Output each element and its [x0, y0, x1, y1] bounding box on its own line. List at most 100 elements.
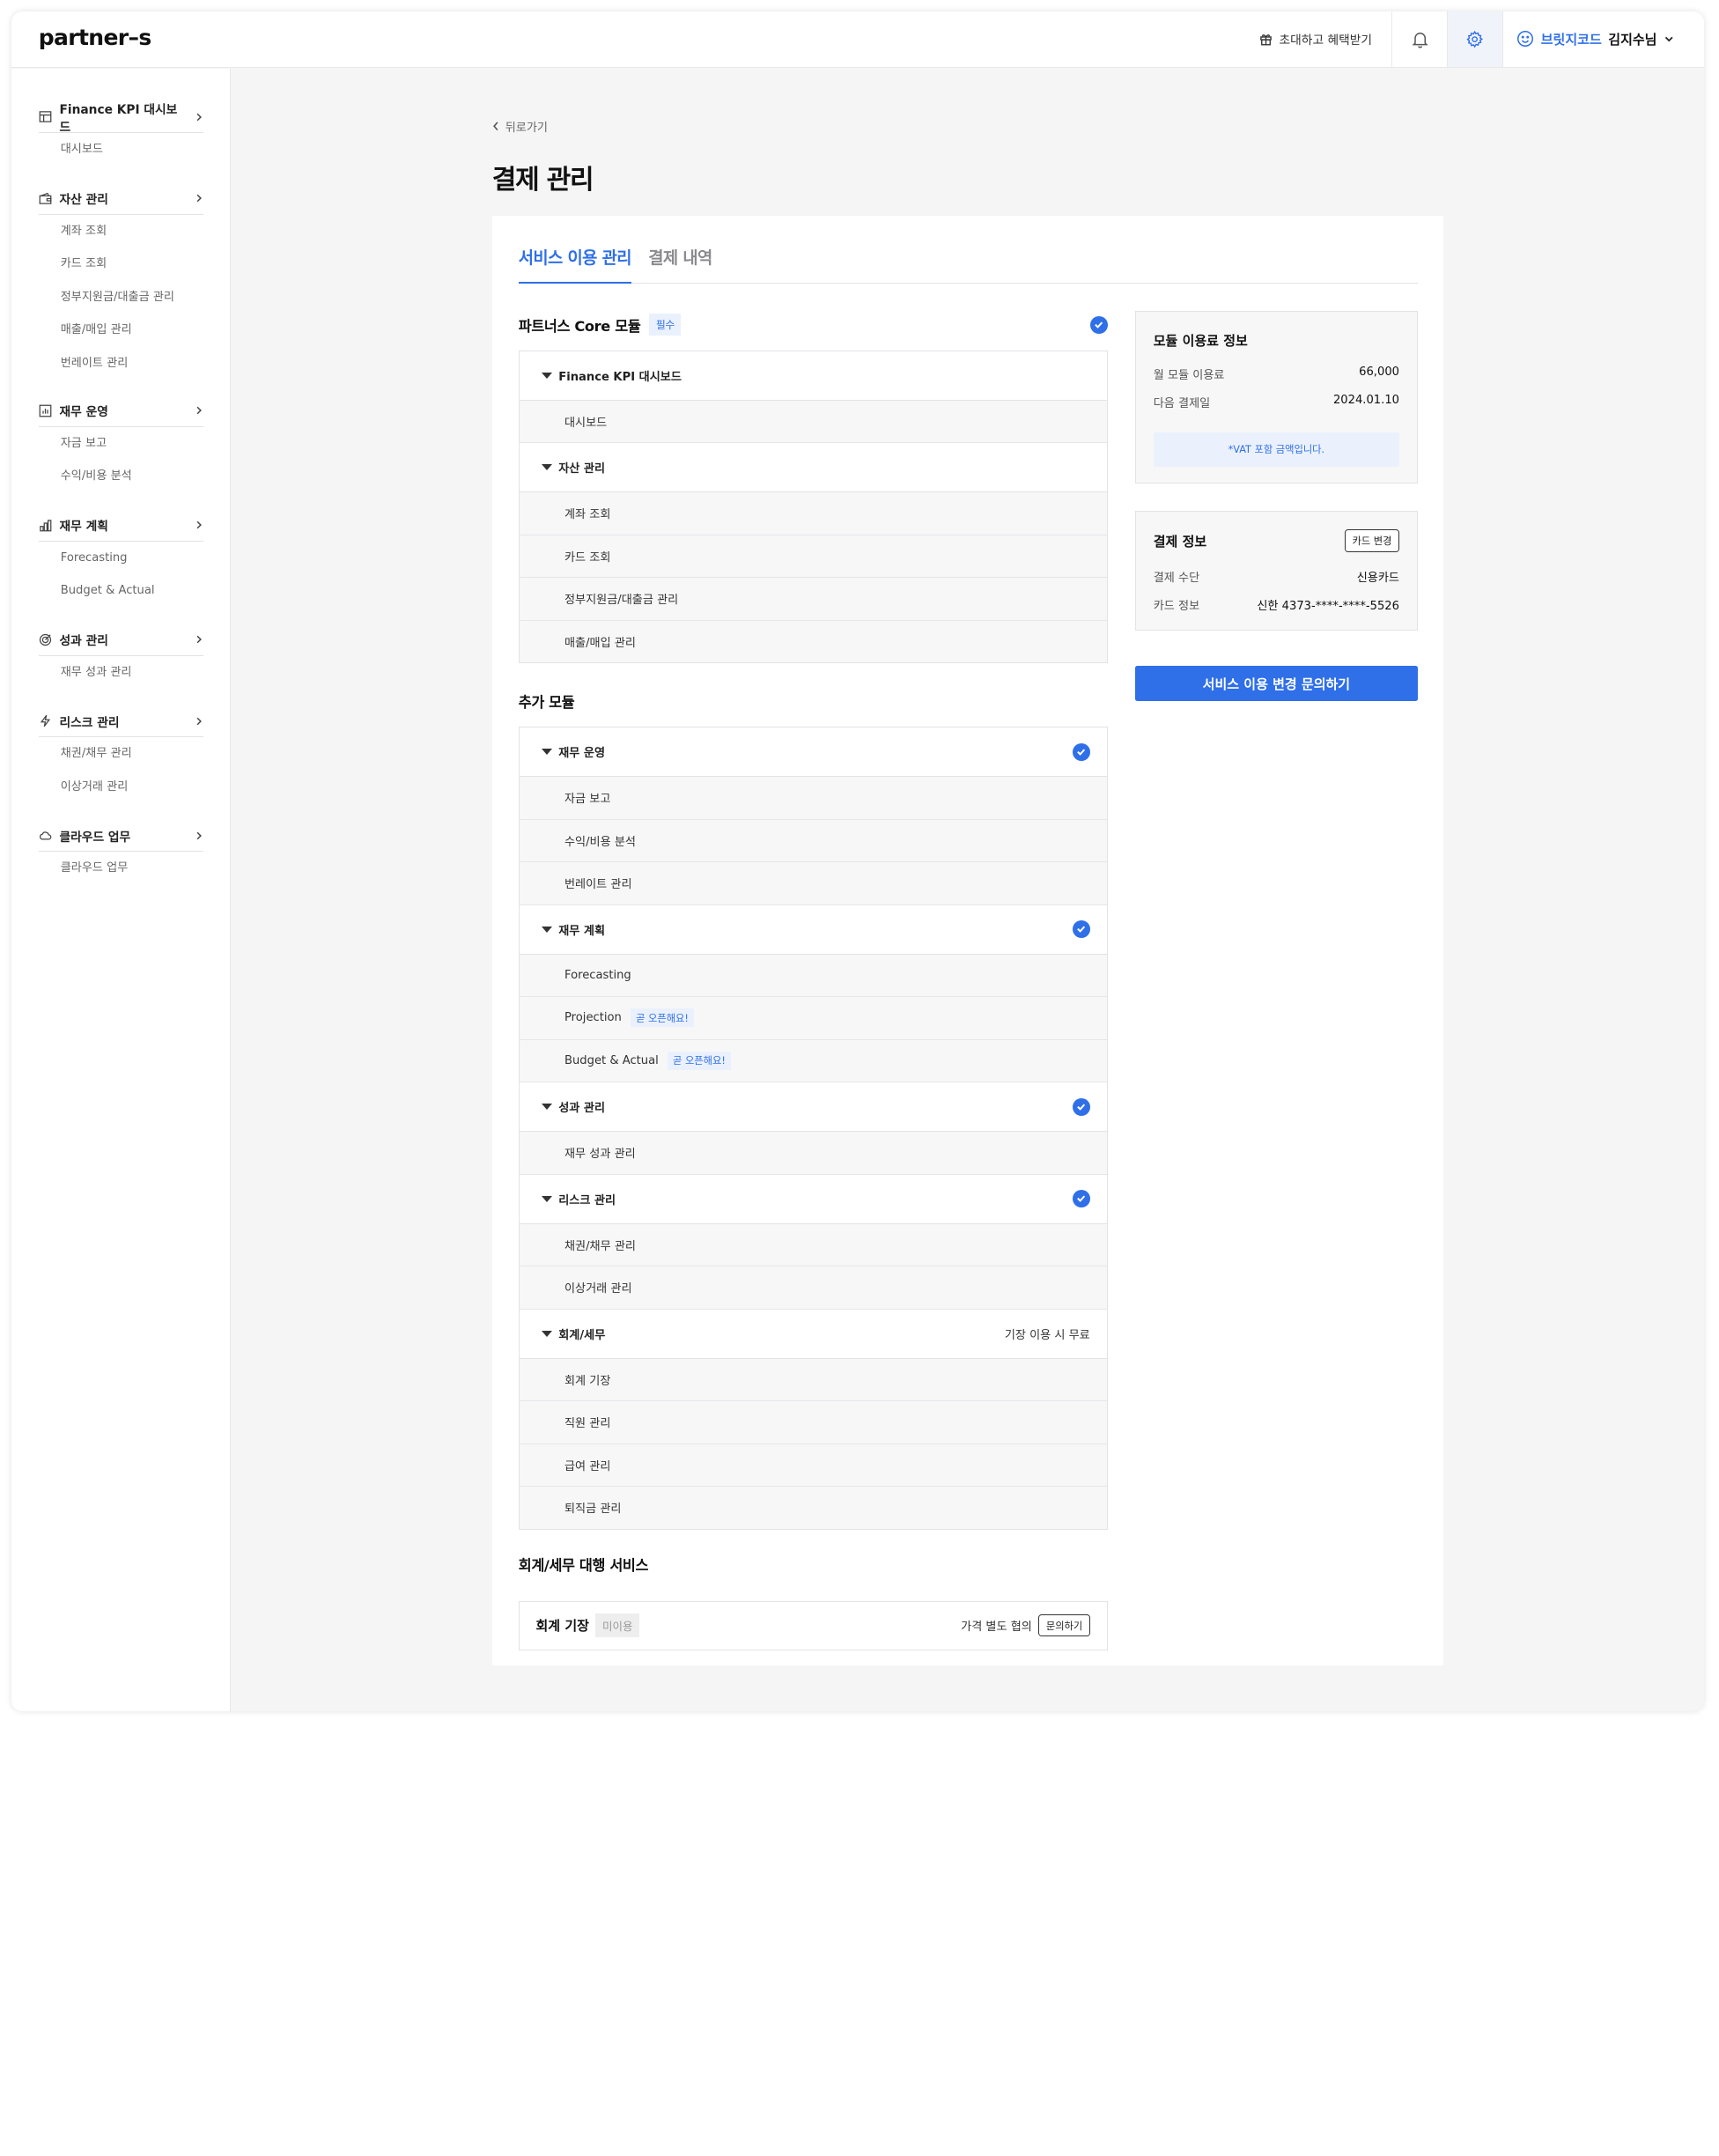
submodule-row: 카드 조회 — [519, 535, 1107, 578]
chevron-right-icon — [196, 194, 203, 203]
submodule-label: 이상거래 관리 — [564, 1282, 632, 1296]
module-label: Finance KPI 대시보드 — [558, 370, 682, 384]
module-label: 자산 관리 — [558, 462, 606, 476]
bell-icon — [1412, 32, 1428, 48]
chevron-right-icon — [196, 717, 203, 726]
submodule-row: 채권/채무 관리 — [519, 1223, 1107, 1266]
check-icon[interactable] — [1072, 1097, 1090, 1116]
submodule-label: 재무 성과 관리 — [564, 1148, 636, 1162]
app-window: partner–s 초대하고 혜택받기 브릿지코드 김지수님 Finance K… — [11, 11, 1704, 1711]
module-row-accounting-tax[interactable]: 회계/세무 기장 이용 시 무료 — [519, 1309, 1107, 1359]
sidebar-group-header[interactable]: 성과 관리 — [38, 624, 204, 656]
submodule-row: 직원 관리 — [519, 1401, 1107, 1444]
fee-card-title: 모듈 이용료 정보 — [1153, 333, 1248, 349]
submodule-row: 회계 기장 — [519, 1358, 1107, 1401]
sidebar-group-header[interactable]: 재무 운영 — [38, 395, 204, 427]
sidebar-item-anomaly[interactable]: 이상거래 관리 — [39, 771, 204, 804]
sidebar-item-budget-actual[interactable]: Budget & Actual — [39, 574, 204, 608]
notification-button[interactable] — [1391, 11, 1448, 68]
check-icon[interactable] — [1072, 742, 1090, 761]
sidebar-group-label: 클라우드 업무 — [59, 830, 131, 845]
submodule-row: 재무 성과 관리 — [519, 1132, 1107, 1175]
sidebar-group-header[interactable]: 클라우드 업무 — [38, 820, 204, 853]
monthly-fee-row: 월 모듈 이용료 66,000 — [1154, 365, 1399, 382]
submodule-label: 번레이트 관리 — [564, 878, 632, 892]
submodule-row: Budget & Actual 곧 오픈해요! — [519, 1039, 1107, 1082]
module-row-fin-ops[interactable]: 재무 운영 — [519, 727, 1107, 777]
module-label: 성과 관리 — [558, 1102, 606, 1115]
submodule-label: 카드 조회 — [564, 550, 611, 565]
sidebar-group-header[interactable]: 자산 관리 — [38, 183, 204, 215]
monthly-fee-label: 월 모듈 이용료 — [1153, 368, 1225, 382]
sidebar-item-burn-rate[interactable]: 번레이트 관리 — [39, 347, 204, 380]
sidebar-item-cloud-work[interactable]: 클라우드 업무 — [39, 852, 204, 885]
sidebar-item-receivables[interactable]: 채권/채무 관리 — [39, 737, 204, 771]
submodule-row: 이상거래 관리 — [519, 1266, 1107, 1310]
chevron-right-icon — [196, 406, 203, 415]
module-row-fin-plan[interactable]: 재무 계획 — [519, 904, 1107, 955]
sidebar-item-cards[interactable]: 카드 조회 — [39, 247, 204, 281]
sidebar-group-header[interactable]: 리스크 관리 — [38, 705, 204, 738]
user-name: 김지수님 — [1608, 31, 1657, 48]
module-row-performance[interactable]: 성과 관리 — [519, 1082, 1107, 1132]
sidebar-item-profit-cost[interactable]: 수익/비용 분석 — [39, 460, 204, 493]
bolt-icon — [40, 715, 50, 727]
core-check-icon — [1089, 315, 1108, 334]
sidebar-group-risk: 리스크 관리 채권/채무 관리 이상거래 관리 — [38, 705, 204, 804]
submodule-label: 매출/매입 관리 — [564, 636, 636, 650]
status-badge: 미이용 — [595, 1613, 639, 1637]
inquiry-button[interactable]: 문의하기 — [1038, 1613, 1090, 1637]
check-icon[interactable] — [1072, 1190, 1090, 1207]
sidebar-group-header[interactable]: Finance KPI 대시보드 — [38, 101, 204, 135]
submodule-row: 퇴직금 관리 — [519, 1487, 1107, 1529]
payment-method-row: 결제 수단 신용카드 — [1154, 568, 1399, 585]
submodule-row: Projection 곧 오픈해요! — [519, 997, 1107, 1040]
sidebar-item-accounts[interactable]: 계좌 조회 — [39, 215, 204, 248]
sidebar-group-fin-ops: 재무 운영 자금 보고 수익/비용 분석 — [38, 395, 204, 493]
back-label: 뒤로가기 — [505, 121, 548, 135]
caret-down-icon — [541, 1195, 552, 1202]
back-link[interactable]: 뒤로가기 — [491, 118, 548, 135]
submodule-row: 매출/매입 관리 — [519, 620, 1107, 662]
wallet-icon — [39, 192, 52, 204]
smile-icon — [1517, 31, 1534, 48]
module-label: 재무 계획 — [558, 924, 606, 938]
submodule-label: 직원 관리 — [564, 1417, 611, 1431]
sidebar-group-header[interactable]: 재무 계획 — [38, 510, 204, 542]
vat-note: *VAT 포함 금액입니다. — [1153, 432, 1399, 467]
module-label: 재무 운영 — [558, 747, 606, 760]
module-label: 회계/세무 — [558, 1328, 606, 1342]
addon-section-title: 추가 모듈 — [518, 693, 575, 711]
sidebar-item-subsidy-loans[interactable]: 정부지원금/대출금 관리 — [39, 281, 204, 314]
sidebar-item-sales-purchases[interactable]: 매출/매입 관리 — [39, 314, 204, 347]
submodule-label: 계좌 조회 — [564, 508, 611, 522]
user-menu[interactable]: 브릿지코드 김지수님 — [1502, 11, 1704, 68]
monthly-fee-value: 66,000 — [1359, 365, 1399, 379]
bar-chart-icon — [40, 520, 52, 532]
layout-icon — [39, 111, 52, 122]
invite-button[interactable]: 초대하고 혜택받기 — [1259, 11, 1372, 68]
module-label: 리스크 관리 — [558, 1193, 616, 1207]
settings-button[interactable] — [1446, 11, 1502, 68]
core-title: 파트너스 Core 모듈 — [518, 317, 641, 335]
module-row-risk[interactable]: 리스크 관리 — [519, 1174, 1107, 1224]
sidebar-item-dashboard[interactable]: 대시보드 — [39, 133, 204, 166]
sidebar-item-fund-report[interactable]: 자금 보고 — [39, 427, 204, 461]
module-row-finance-kpi[interactable]: Finance KPI 대시보드 — [519, 351, 1107, 401]
chart-box-icon — [39, 404, 52, 417]
tab-payment-history[interactable]: 결제 내역 — [648, 245, 712, 269]
check-icon[interactable] — [1072, 920, 1090, 938]
change-card-button[interactable]: 카드 변경 — [1345, 529, 1399, 552]
sidebar-item-forecasting[interactable]: Forecasting — [39, 542, 204, 575]
addon-module-list: 재무 운영 자금 보고 수익/비용 분석 번레이트 관리 재무 계획 Forec… — [518, 727, 1108, 1530]
sidebar-group-assets: 자산 관리 계좌 조회 카드 조회 정부지원금/대출금 관리 매출/매입 관리 … — [38, 183, 204, 380]
module-row-assets[interactable]: 자산 관리 — [519, 443, 1107, 492]
page-title: 결제 관리 — [491, 164, 594, 196]
service-change-inquiry-button[interactable]: 서비스 이용 변경 문의하기 — [1134, 666, 1418, 702]
target-icon — [39, 633, 51, 646]
tab-service-usage[interactable]: 서비스 이용 관리 — [518, 245, 632, 284]
price-note: 가격 별도 협의 — [961, 1621, 1032, 1635]
sidebar-item-fin-performance[interactable]: 재무 성과 관리 — [39, 656, 204, 690]
gear-icon — [1466, 30, 1484, 48]
tab-bar: 서비스 이용 관리 결제 내역 — [518, 236, 1418, 284]
